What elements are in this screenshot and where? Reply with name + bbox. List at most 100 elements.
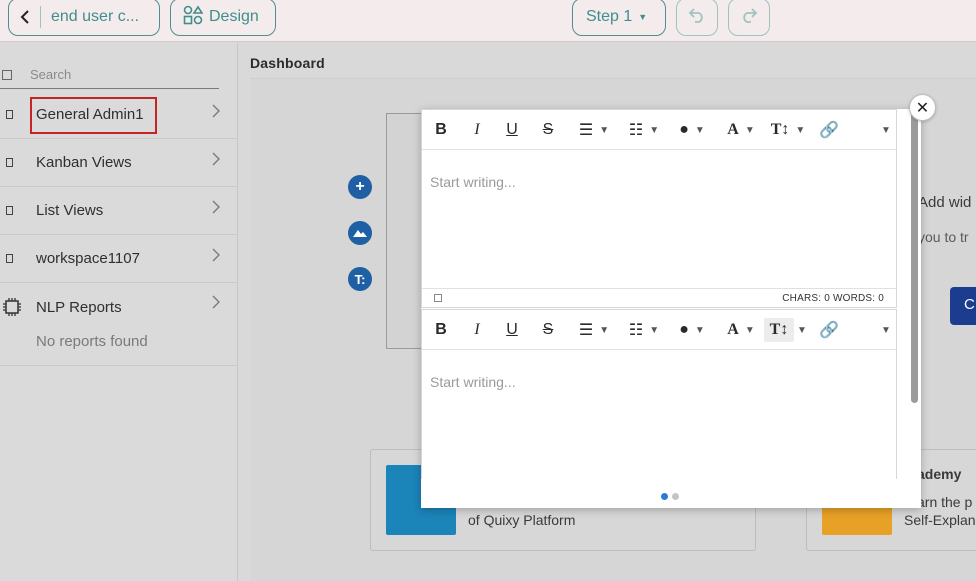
chevron-left-icon [9,6,41,28]
caret-down-icon: ▼ [694,124,705,136]
caret-down-icon: ▼ [795,124,806,136]
step-label: Step 1 [586,8,633,25]
undo-icon [688,7,706,28]
rich-text-editor[interactable]: B I U S ☰ ▼ ☷ ▼ ● ▼ A ▼ T↕ ▼ 🔗 ▼ Start writi… [421,309,897,479]
item-icon [6,158,13,167]
card-text: of Quixy Platform [468,512,576,528]
italic-button[interactable]: I [468,118,486,142]
card-line: arn the p [917,494,973,510]
caret-down-icon: ▼ [599,324,610,336]
page-title: Dashboard [250,55,325,71]
image-icon [353,224,367,242]
drop-icon: ● [679,321,689,338]
editor-toolbar: B I U S ☰ ▼ ☷ ▼ ● ▼ A ▼ T↕ ▼ 🔗 ▼ [422,310,896,350]
chevron-right-icon [212,295,220,314]
strikethrough-button[interactable]: S [538,118,558,142]
search-field[interactable]: Search [0,61,219,89]
caret-down-icon: ▼ [649,324,660,336]
sidebar-item-list-views[interactable]: List Views [0,187,238,235]
card-line: Self-Explan [904,512,976,528]
caret-down-icon: ▼ [694,324,705,336]
more-options-button[interactable]: ▼ [876,318,891,342]
close-modal-button[interactable]: ✕ [909,94,936,121]
link-button[interactable]: 🔗 [819,118,839,142]
caret-down-icon: ▼ [649,124,660,136]
caret-down-icon: ▼ [797,324,807,336]
sidebar-item-nlp-reports[interactable]: NLP Reports No reports found [0,282,238,366]
italic-button[interactable]: I [468,318,486,342]
pagination-dots [661,493,679,500]
design-label: Design [209,8,259,25]
nlp-empty-text: No reports found [36,333,148,350]
text-size-button[interactable]: T↕ [764,318,794,342]
caret-down-icon: ▼ [881,124,891,136]
caret-down-icon: ▼ [744,124,755,136]
editor-content[interactable]: Start writing... [422,150,896,288]
sidebar-item-kanban-views[interactable]: Kanban Views [0,139,238,187]
resize-grip-icon[interactable] [434,294,442,302]
text-size-button[interactable]: T↕ ▼ [768,118,808,142]
editor-content[interactable]: Start writing... [422,350,896,478]
link-icon: 🔗 [819,122,839,139]
number-list-icon: ☷ [628,122,644,139]
bullet-list-button[interactable]: ☰ ▼ [574,318,614,342]
sidebar-item-label: List Views [36,202,104,219]
color-button[interactable]: ● ▼ [674,118,710,142]
rich-text-editor[interactable]: B I U S ☰ ▼ ☷ ▼ ● ▼ A ▼ T↕ ▼ 🔗 ▼ Start writin… [421,109,897,308]
bullet-list-icon: ☰ [578,322,594,339]
page-dot[interactable] [672,493,679,500]
design-button[interactable]: Design [170,0,276,36]
bullet-list-icon: ☰ [578,122,594,139]
chip-icon [2,296,22,323]
font-button[interactable]: A ▼ [722,318,760,342]
chevron-right-icon [212,152,220,171]
text-icon: T: [354,271,366,287]
item-icon [6,206,13,215]
redo-icon [740,7,758,28]
add-text-button[interactable]: T: [348,267,372,291]
card-title: ademy [917,466,962,482]
sidebar-item-label: workspace1107 [36,250,140,267]
selection-outline [30,97,157,134]
nlp-label: NLP Reports [36,299,122,316]
text-size-caret[interactable]: ▼ [796,318,808,342]
app-name: end user c... [51,8,140,25]
editor-placeholder: Start writing... [430,174,516,190]
bold-button[interactable]: B [432,318,450,342]
shapes-icon [183,5,204,30]
undo-button[interactable] [676,0,718,36]
editor-toolbar: B I U S ☰ ▼ ☷ ▼ ● ▼ A ▼ T↕ ▼ 🔗 ▼ [422,110,896,150]
chevron-right-icon [212,248,220,267]
color-button[interactable]: ● ▼ [674,318,710,342]
modal-scrollbar[interactable] [911,112,918,403]
number-list-button[interactable]: ☷ ▼ [624,118,664,142]
link-icon: 🔗 [819,322,839,339]
add-widget-button[interactable]: + [348,175,372,199]
add-image-button[interactable] [348,221,372,245]
close-icon: ✕ [915,99,930,117]
underline-button[interactable]: U [502,318,522,342]
top-bar: end user c... Design Step 1 ▼ [0,0,976,42]
back-button[interactable]: end user c... [8,0,160,36]
item-icon [6,254,13,263]
bold-button[interactable]: B [432,118,450,142]
char-word-count: CHARS: 0 WORDS: 0 [782,293,884,304]
bullet-list-button[interactable]: ☰ ▼ [574,118,614,142]
link-button[interactable]: 🔗 [819,318,839,342]
strikethrough-button[interactable]: S [538,318,558,342]
editor-placeholder: Start writing... [430,374,516,390]
peek-heading: Add wid [918,194,972,211]
step-select[interactable]: Step 1 ▼ [572,0,666,36]
editor-status-bar: CHARS: 0 WORDS: 0 [422,288,896,308]
more-options-button[interactable]: ▼ [876,118,891,142]
redo-button[interactable] [728,0,770,36]
peek-action-button[interactable]: C [950,287,976,325]
search-placeholder: Search [30,67,72,82]
number-list-button[interactable]: ☷ ▼ [624,318,664,342]
underline-button[interactable]: U [502,118,522,142]
search-icon [2,69,12,80]
page-dot-active[interactable] [661,493,668,500]
drop-icon: ● [679,121,689,138]
sidebar-item-workspace[interactable]: workspace1107 [0,235,238,283]
font-button[interactable]: A ▼ [722,118,760,142]
